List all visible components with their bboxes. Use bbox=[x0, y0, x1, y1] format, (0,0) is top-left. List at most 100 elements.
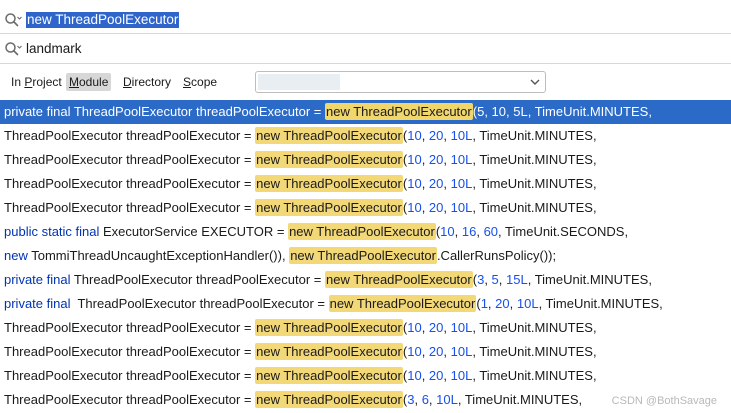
match-highlight: new ThreadPoolExecutor bbox=[324, 103, 473, 120]
result-line[interactable]: ThreadPoolExecutor threadPoolExecutor = … bbox=[0, 364, 731, 388]
code-token: , TimeUnit.MINUTES, bbox=[472, 368, 597, 383]
code-token: ThreadPoolExecutor threadPoolExecutor = bbox=[4, 200, 256, 215]
code-token: 10L bbox=[450, 176, 473, 191]
code-token: private final bbox=[4, 272, 74, 287]
match-highlight: new ThreadPoolExecutor bbox=[289, 247, 437, 264]
result-line[interactable]: ThreadPoolExecutor threadPoolExecutor = … bbox=[0, 148, 731, 172]
code-token: 20 bbox=[428, 200, 444, 215]
search-query[interactable]: new ThreadPoolExecutor bbox=[26, 12, 180, 28]
code-token: ThreadPoolExecutor threadPoolExecutor = bbox=[4, 320, 256, 335]
code-token: 10L bbox=[450, 152, 473, 167]
chevron-down-icon[interactable] bbox=[529, 76, 541, 88]
code-token: , bbox=[454, 224, 462, 239]
result-line[interactable]: ThreadPoolExecutor threadPoolExecutor = … bbox=[0, 340, 731, 364]
match-highlight: new ThreadPoolExecutor bbox=[255, 151, 403, 168]
code-token: 10L bbox=[450, 128, 473, 143]
code-token: 6 bbox=[421, 392, 429, 407]
code-token: , bbox=[421, 320, 429, 335]
tab-in-project[interactable]: In Project bbox=[8, 73, 65, 91]
tab-mnemonic: P bbox=[24, 75, 33, 89]
code-token: 60 bbox=[483, 224, 499, 239]
code-token: , TimeUnit.MINUTES, bbox=[527, 104, 652, 119]
code-token: , bbox=[421, 152, 429, 167]
code-token: 5L bbox=[513, 104, 528, 119]
code-token: 10L bbox=[436, 392, 458, 407]
code-token: , TimeUnit.MINUTES, bbox=[472, 344, 597, 359]
code-token: , TimeUnit.MINUTES, bbox=[457, 392, 583, 407]
code-token: , bbox=[509, 296, 517, 311]
result-line[interactable]: private final ThreadPoolExecutor threadP… bbox=[0, 292, 731, 316]
code-token: ThreadPoolExecutor threadPoolExecutor = bbox=[4, 344, 256, 359]
code-token: ThreadPoolExecutor threadPoolExecutor = bbox=[4, 368, 256, 383]
code-token: 10 bbox=[407, 152, 422, 167]
code-token: 20 bbox=[428, 320, 444, 335]
match-highlight: new ThreadPoolExecutor bbox=[255, 343, 403, 360]
result-line[interactable]: ThreadPoolExecutor threadPoolExecutor = … bbox=[0, 172, 731, 196]
match-highlight: new ThreadPoolExecutor bbox=[255, 175, 403, 192]
tab-mnemonic: S bbox=[183, 75, 192, 89]
result-line[interactable]: private final ThreadPoolExecutor threadP… bbox=[0, 100, 731, 124]
code-token: 10 bbox=[407, 344, 422, 359]
code-token: 20 bbox=[428, 152, 444, 167]
results-list: private final ThreadPoolExecutor threadP… bbox=[0, 100, 731, 412]
code-token: 20 bbox=[428, 344, 444, 359]
code-token: , TimeUnit.MINUTES, bbox=[472, 200, 597, 215]
result-line[interactable]: ThreadPoolExecutor threadPoolExecutor = … bbox=[0, 196, 731, 220]
code-token: 20 bbox=[428, 176, 444, 191]
code-token: , bbox=[484, 272, 492, 287]
code-token: private final bbox=[4, 104, 74, 119]
code-token: new bbox=[4, 248, 32, 263]
code-token: ExecutorService EXECUTOR = bbox=[103, 224, 289, 239]
code-token: , TimeUnit.MINUTES, bbox=[472, 176, 597, 191]
search-field[interactable]: new ThreadPoolExecutor bbox=[0, 6, 731, 34]
code-token: , bbox=[443, 128, 451, 143]
code-token: ThreadPoolExecutor threadPoolExecutor = bbox=[73, 272, 325, 287]
match-highlight: new ThreadPoolExecutor bbox=[255, 367, 403, 384]
secondary-search-field[interactable]: landmark bbox=[0, 34, 731, 64]
match-highlight: new ThreadPoolExecutor bbox=[288, 223, 436, 240]
code-token: , TimeUnit.MINUTES, bbox=[472, 152, 597, 167]
search-icon[interactable] bbox=[4, 12, 22, 28]
match-highlight: new ThreadPoolExecutor bbox=[255, 199, 403, 216]
code-token: 10 bbox=[491, 104, 507, 119]
match-highlight: new ThreadPoolExecutor bbox=[328, 295, 477, 312]
code-token: ThreadPoolExecutor threadPoolExecutor = bbox=[4, 128, 256, 143]
result-line[interactable]: ThreadPoolExecutor threadPoolExecutor = … bbox=[0, 124, 731, 148]
match-highlight: new ThreadPoolExecutor bbox=[324, 271, 473, 288]
code-token: , bbox=[443, 344, 451, 359]
tab-mnemonic: M bbox=[69, 75, 79, 89]
code-token: 10L bbox=[450, 344, 473, 359]
result-line[interactable]: private final ThreadPoolExecutor threadP… bbox=[0, 268, 731, 292]
code-token: , bbox=[443, 176, 451, 191]
code-token: 15L bbox=[506, 272, 528, 287]
result-line[interactable]: ThreadPoolExecutor threadPoolExecutor = … bbox=[0, 316, 731, 340]
result-line[interactable]: public static final ExecutorService EXEC… bbox=[0, 220, 731, 244]
code-token: , bbox=[443, 320, 451, 335]
tab-directory[interactable]: Directory bbox=[120, 73, 174, 91]
scope-dropdown[interactable] bbox=[255, 71, 546, 93]
code-token: 10 bbox=[407, 320, 422, 335]
watermark: CSDN @BothSavage bbox=[611, 395, 717, 407]
code-token: 10 bbox=[440, 224, 455, 239]
code-token: , bbox=[421, 200, 429, 215]
code-token: ThreadPoolExecutor threadPoolExecutor = bbox=[4, 152, 256, 167]
code-token: 10 bbox=[407, 176, 422, 191]
code-token: ThreadPoolExecutor threadPoolExecutor = bbox=[73, 104, 325, 119]
code-token: ThreadPoolExecutor threadPoolExecutor = bbox=[77, 296, 329, 311]
code-token: , bbox=[421, 344, 429, 359]
code-token: 20 bbox=[428, 128, 444, 143]
result-line[interactable]: new TommiThreadUncaughtExceptionHandler(… bbox=[0, 244, 731, 268]
code-token: 10L bbox=[450, 368, 473, 383]
tab-mnemonic: D bbox=[123, 75, 132, 89]
code-token: ThreadPoolExecutor threadPoolExecutor = bbox=[4, 176, 256, 191]
code-token: , TimeUnit.MINUTES, bbox=[527, 272, 652, 287]
code-token: , TimeUnit.SECONDS, bbox=[498, 224, 629, 239]
search-icon[interactable] bbox=[4, 41, 22, 57]
code-token: , bbox=[421, 128, 429, 143]
code-token: 10L bbox=[450, 320, 473, 335]
secondary-search-query[interactable]: landmark bbox=[26, 41, 82, 57]
code-token: , bbox=[443, 368, 451, 383]
code-token: 1 bbox=[480, 296, 488, 311]
tab-module[interactable]: Module bbox=[66, 73, 112, 91]
tab-scope[interactable]: Scope bbox=[180, 73, 220, 91]
